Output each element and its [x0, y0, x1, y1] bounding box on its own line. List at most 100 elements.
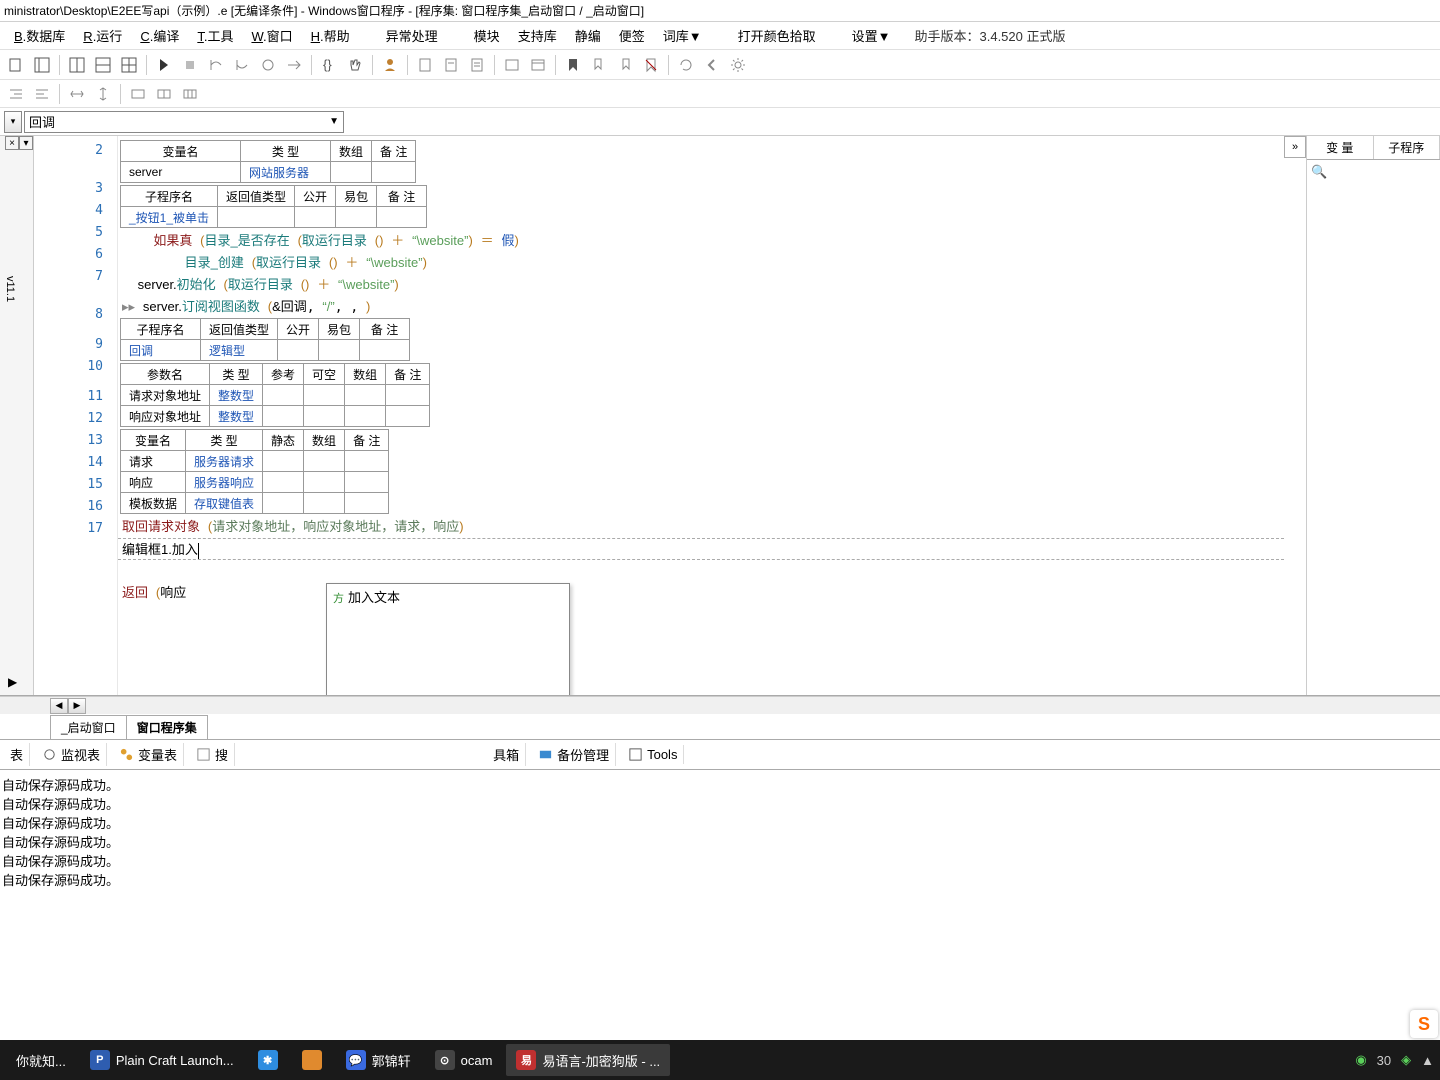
tooltab-toolbox[interactable]: 具箱 [487, 743, 526, 766]
tb-doc2-icon[interactable] [439, 53, 463, 77]
editor-tab-active[interactable]: 窗口程序集 [126, 715, 208, 739]
tb-bookmark-icon[interactable] [561, 53, 585, 77]
subroutine-table-2[interactable]: 子程序名返回值类型公开易包备 注 回调逻辑型 [120, 318, 410, 361]
tb-step3-icon[interactable] [256, 53, 280, 77]
taskbar-item[interactable]: ⊙ocam [425, 1044, 503, 1076]
tb-reload-icon[interactable] [674, 53, 698, 77]
taskbar-item[interactable]: 你就知... [6, 1044, 76, 1076]
tb-win2-icon[interactable] [526, 53, 550, 77]
tb2-grid1-icon[interactable] [126, 82, 150, 106]
local-var-table[interactable]: 变量名类 型静态数组备 注 请求服务器请求 响应服务器响应 模板数据存取键值表 [120, 429, 389, 514]
tb-stop-icon[interactable] [178, 53, 202, 77]
tb-bmnext-icon[interactable] [613, 53, 637, 77]
code-line[interactable] [118, 560, 1284, 582]
menu-note[interactable]: 便签 [611, 23, 653, 48]
tb-person-icon[interactable] [378, 53, 402, 77]
tb-tree-icon[interactable] [30, 53, 54, 77]
tb-play-icon[interactable] [152, 53, 176, 77]
tb-step2-icon[interactable] [230, 53, 254, 77]
output-panel[interactable]: 自动保存源码成功。 自动保存源码成功。 自动保存源码成功。 自动保存源码成功。 … [0, 770, 1440, 920]
tb-layout3-icon[interactable] [117, 53, 141, 77]
tb2-grid2-icon[interactable] [152, 82, 176, 106]
menu-dict[interactable]: 词库▼ [655, 23, 710, 48]
ime-indicator[interactable]: S [1410, 1010, 1438, 1038]
menu-database[interactable]: B.数据库 [6, 23, 73, 48]
menu-exception[interactable]: 异常处理 [378, 23, 446, 48]
code-line[interactable]: ▸▸ server.订阅视图函数 (&回调, “/”, , ) [118, 296, 1284, 318]
tb-doc1-icon[interactable] [413, 53, 437, 77]
menu-support[interactable]: 支持库 [510, 23, 565, 48]
code-line[interactable]: 如果真 (目录_是否存在 (取运行目录 () ＋ “\website”) ＝ 假… [118, 230, 1284, 252]
tb-win1-icon[interactable] [500, 53, 524, 77]
tooltab-vars[interactable]: 变量表 [113, 743, 184, 766]
tb-bmprev-icon[interactable] [587, 53, 611, 77]
system-tray[interactable]: ◉ 30 ◈ ▲ [1355, 1052, 1434, 1068]
tb-hand-icon[interactable] [343, 53, 367, 77]
close-panel-x-icon[interactable]: × [5, 136, 19, 150]
tb-step4-icon[interactable] [282, 53, 306, 77]
menu-run[interactable]: R.运行 [75, 23, 130, 48]
expand-right-icon[interactable]: ▶ [8, 675, 17, 689]
tray-nvidia-icon[interactable]: ◈ [1401, 1052, 1411, 1068]
menu-settings[interactable]: 设置▼ [844, 23, 899, 48]
code-line[interactable]: 目录_创建 (取运行目录 () ＋ “\website”) [118, 252, 1284, 274]
tooltab-table[interactable]: 表 [4, 743, 30, 766]
horizontal-scrollbar[interactable]: ◀ ▶ [0, 696, 1440, 714]
tray-up-icon[interactable]: ▲ [1421, 1053, 1434, 1068]
tb-bmclear-icon[interactable] [639, 53, 663, 77]
scope-combo[interactable]: 回调 ▼ [24, 111, 344, 133]
param-table[interactable]: 参数名类 型参考可空数组备 注 请求对象地址整数型 响应对象地址整数型 [120, 363, 430, 427]
code-line[interactable]: server.初始化 (取运行目录 () ＋ “\website”) [118, 274, 1284, 296]
tooltab-tools[interactable]: Tools [622, 745, 684, 764]
close-panel-icon[interactable]: ▾ [19, 136, 33, 150]
menu-window[interactable]: W.窗口 [243, 23, 300, 48]
menu-tools[interactable]: T.工具 [189, 23, 241, 48]
tb-layout2-icon[interactable] [91, 53, 115, 77]
tray-wifi-icon[interactable]: ◉ [1355, 1052, 1366, 1068]
tooltab-search[interactable]: 搜 [190, 743, 235, 766]
tab-variables[interactable]: 变 量 [1307, 136, 1374, 159]
tb-doc3-icon[interactable] [465, 53, 489, 77]
sidebar-version: v11.1 [4, 276, 16, 302]
tool-panel-tabs: 表 监视表 变量表 搜 具箱 备份管理 Tools [0, 740, 1440, 770]
menu-compile[interactable]: C.编译 [132, 23, 187, 48]
tb-brace-icon[interactable]: {} [317, 53, 341, 77]
scroll-right-icon[interactable]: ▶ [68, 698, 86, 714]
menu-colorpick[interactable]: 打开颜色拾取 [730, 23, 824, 48]
tb-new-icon[interactable] [4, 53, 28, 77]
tb2-indent-icon[interactable] [4, 82, 28, 106]
tb-back-icon[interactable] [700, 53, 724, 77]
tb2-outdent-icon[interactable] [30, 82, 54, 106]
menu-help[interactable]: H.帮助 [303, 23, 358, 48]
expand-panel-icon[interactable]: » [1284, 136, 1306, 158]
tb-step1-icon[interactable] [204, 53, 228, 77]
tooltab-backup[interactable]: 备份管理 [532, 743, 616, 766]
taskbar-item[interactable] [292, 1044, 332, 1076]
tb2-grid3-icon[interactable] [178, 82, 202, 106]
menu-module[interactable]: 模块 [466, 23, 508, 48]
code-current-line[interactable]: 编辑框1.加入 [118, 538, 1284, 560]
taskbar-item[interactable]: PPlain Craft Launch... [80, 1044, 244, 1076]
subroutine-table-1[interactable]: 子程序名返回值类型公开易包备 注 _按钮1_被单击 [120, 185, 427, 228]
autocomplete-popup[interactable]: 方加入文本 [326, 583, 570, 695]
taskbar-item[interactable]: ✱ [248, 1044, 288, 1076]
tb-gear-icon[interactable] [726, 53, 750, 77]
tb-layout1-icon[interactable] [65, 53, 89, 77]
variable-table[interactable]: 变量名类 型数组备 注 server网站服务器 [120, 140, 416, 183]
tb2-width-icon[interactable] [65, 82, 89, 106]
editor-tab[interactable]: _启动窗口 [50, 715, 127, 739]
taskbar-item-active[interactable]: 易易语言-加密狗版 - ... [506, 1044, 670, 1076]
code-editor[interactable]: 变量名类 型数组备 注 server网站服务器 子程序名返回值类型公开易包备 注… [118, 136, 1284, 695]
chevron-down-icon: ▼ [329, 116, 339, 127]
tab-subroutines[interactable]: 子程序 [1374, 136, 1440, 159]
autocomplete-item[interactable]: 方加入文本 [327, 584, 569, 609]
combo-drop-button[interactable]: ▾ [4, 111, 22, 133]
tooltab-watch[interactable]: 监视表 [36, 743, 107, 766]
panel-search[interactable]: 🔍 [1307, 160, 1440, 184]
code-line[interactable]: 返回 (响应 [118, 582, 1284, 604]
scroll-left-icon[interactable]: ◀ [50, 698, 68, 714]
tb2-height-icon[interactable] [91, 82, 115, 106]
code-line[interactable]: 取回请求对象 (请求对象地址，响应对象地址，请求，响应) [118, 516, 1284, 538]
menu-static[interactable]: 静编 [567, 23, 609, 48]
taskbar-item[interactable]: 💬郭锦轩 [336, 1044, 421, 1076]
